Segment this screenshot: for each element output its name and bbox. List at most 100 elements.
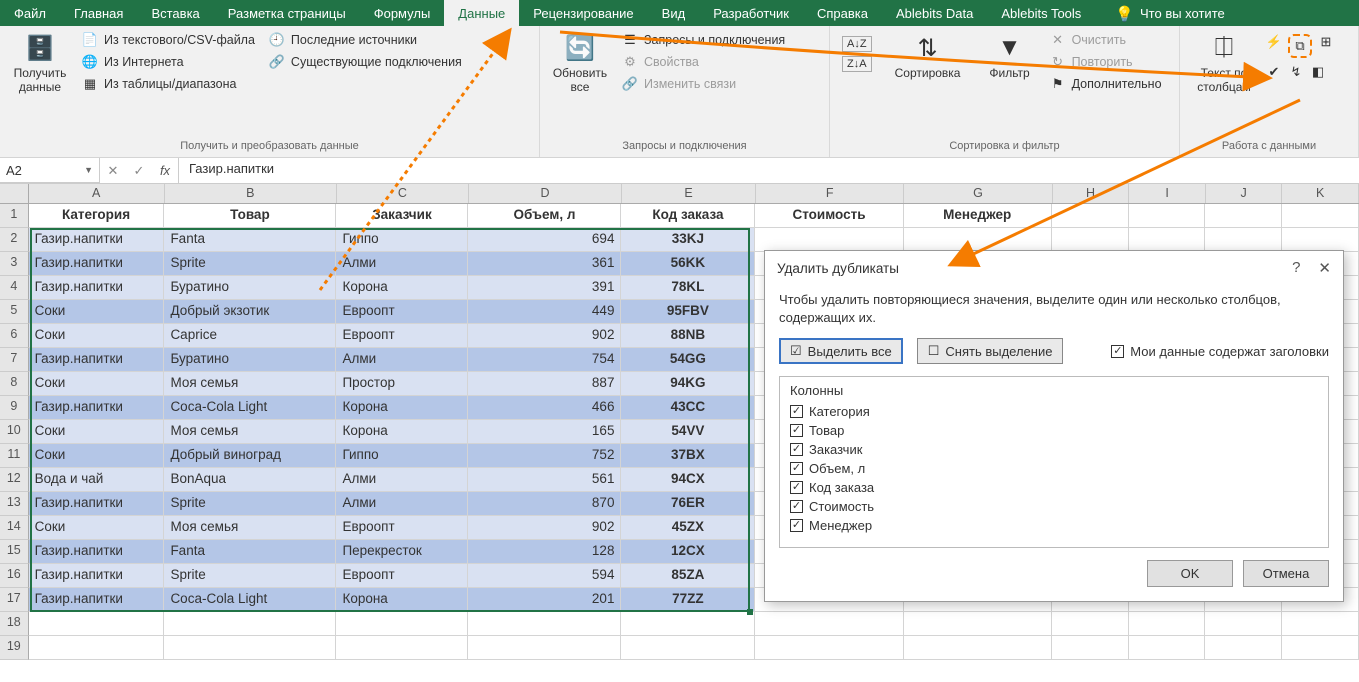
cell[interactable]: Корона bbox=[336, 396, 468, 420]
filter-button[interactable]: ▼ Фильтр bbox=[980, 30, 1040, 82]
cell[interactable]: Fanta bbox=[164, 540, 336, 564]
row-header[interactable]: 2 bbox=[0, 228, 29, 252]
col-header[interactable]: I bbox=[1129, 184, 1206, 203]
cell[interactable]: Газир.напитки bbox=[29, 492, 165, 516]
cell[interactable]: 754 bbox=[468, 348, 621, 372]
cell[interactable]: 694 bbox=[468, 228, 621, 252]
row-header[interactable]: 13 bbox=[0, 492, 29, 516]
cell[interactable]: 77ZZ bbox=[621, 588, 755, 612]
cell[interactable]: 165 bbox=[468, 420, 621, 444]
cell[interactable]: 33KJ bbox=[621, 228, 755, 252]
tab-главная[interactable]: Главная bbox=[60, 0, 137, 26]
from-table-button[interactable]: ▦Из таблицы/диапазона bbox=[78, 74, 259, 94]
cell[interactable]: Корона bbox=[336, 588, 468, 612]
col-header[interactable]: D bbox=[469, 184, 622, 203]
cell[interactable]: Соки bbox=[29, 324, 165, 348]
col-header[interactable]: G bbox=[904, 184, 1052, 203]
cell[interactable]: 128 bbox=[468, 540, 621, 564]
col-header[interactable]: B bbox=[165, 184, 337, 203]
cell[interactable]: Coca-Cola Light bbox=[164, 396, 336, 420]
properties-button[interactable]: ⚙Свойства bbox=[618, 52, 789, 72]
cell[interactable]: Моя семья bbox=[164, 372, 336, 396]
cell[interactable]: 902 bbox=[468, 324, 621, 348]
cell[interactable]: 594 bbox=[468, 564, 621, 588]
cell[interactable]: Газир.напитки bbox=[29, 252, 165, 276]
column-checkbox[interactable]: ✓Объем, л bbox=[790, 461, 1318, 476]
row-header[interactable]: 1 bbox=[0, 204, 29, 228]
cell[interactable]: Coca-Cola Light bbox=[164, 588, 336, 612]
cell[interactable]: Евроопт bbox=[336, 324, 468, 348]
relationships-icon[interactable]: ↯ bbox=[1288, 64, 1304, 80]
column-checkbox[interactable]: ✓Стоимость bbox=[790, 499, 1318, 514]
cell[interactable]: Газир.напитки bbox=[29, 276, 165, 300]
cell[interactable]: 12CX bbox=[621, 540, 755, 564]
cell[interactable]: Алми bbox=[336, 468, 468, 492]
cell[interactable]: 870 bbox=[468, 492, 621, 516]
table-header[interactable]: Объем, л bbox=[468, 204, 621, 228]
cell[interactable]: 449 bbox=[468, 300, 621, 324]
sort-button[interactable]: ⇅ Сортировка bbox=[882, 30, 974, 82]
tab-вставка[interactable]: Вставка bbox=[137, 0, 213, 26]
col-header[interactable]: F bbox=[756, 184, 904, 203]
row-header[interactable]: 14 bbox=[0, 516, 29, 540]
cell[interactable]: 94KG bbox=[621, 372, 755, 396]
table-header[interactable]: Товар bbox=[164, 204, 336, 228]
cell[interactable]: Sprite bbox=[164, 252, 336, 276]
col-header[interactable]: K bbox=[1282, 184, 1359, 203]
remove-duplicates-button[interactable]: ⧉ bbox=[1288, 34, 1312, 58]
flash-fill-icon[interactable]: ⚡ bbox=[1266, 34, 1282, 50]
column-checkbox[interactable]: ✓Товар bbox=[790, 423, 1318, 438]
cell[interactable]: Соки bbox=[29, 444, 165, 468]
tell-me[interactable]: 💡Что вы хотите bbox=[1101, 0, 1238, 26]
name-box[interactable]: A2▼ bbox=[0, 158, 100, 183]
help-icon[interactable]: ? bbox=[1292, 259, 1300, 277]
row-header[interactable]: 18 bbox=[0, 612, 29, 636]
fill-handle[interactable] bbox=[747, 609, 753, 615]
cell[interactable]: Буратино bbox=[164, 276, 336, 300]
cell[interactable]: 561 bbox=[468, 468, 621, 492]
cell[interactable]: Гиппо bbox=[336, 228, 468, 252]
cell[interactable]: 361 bbox=[468, 252, 621, 276]
cell[interactable]: Газир.напитки bbox=[29, 540, 165, 564]
select-all-corner[interactable] bbox=[0, 184, 29, 203]
from-web-button[interactable]: 🌐Из Интернета bbox=[78, 52, 259, 72]
cell[interactable]: 391 bbox=[468, 276, 621, 300]
sort-az-icon[interactable]: A↓Z bbox=[842, 36, 872, 52]
cell[interactable]: Моя семья bbox=[164, 516, 336, 540]
cell[interactable]: 54GG bbox=[621, 348, 755, 372]
cell[interactable]: 78KL bbox=[621, 276, 755, 300]
cell[interactable]: 887 bbox=[468, 372, 621, 396]
col-header[interactable]: J bbox=[1206, 184, 1283, 203]
tab-формулы[interactable]: Формулы bbox=[360, 0, 445, 26]
cell[interactable]: 902 bbox=[468, 516, 621, 540]
edit-links-button[interactable]: 🔗Изменить связи bbox=[618, 74, 789, 94]
column-checkbox[interactable]: ✓Код заказа bbox=[790, 480, 1318, 495]
cell[interactable]: 88NB bbox=[621, 324, 755, 348]
cell[interactable]: Буратино bbox=[164, 348, 336, 372]
cancel-formula-icon[interactable]: ✕ bbox=[100, 163, 126, 179]
row-header[interactable]: 9 bbox=[0, 396, 29, 420]
cell[interactable]: 85ZA bbox=[621, 564, 755, 588]
cell[interactable]: BonAqua bbox=[164, 468, 336, 492]
refresh-all-button[interactable]: 🔄 Обновить все bbox=[548, 30, 612, 96]
cell[interactable]: Вода и чай bbox=[29, 468, 165, 492]
row-header[interactable]: 17 bbox=[0, 588, 29, 612]
cell[interactable]: 45ZX bbox=[621, 516, 755, 540]
cell[interactable]: Соки bbox=[29, 420, 165, 444]
table-header[interactable]: Код заказа bbox=[621, 204, 755, 228]
sort-za-icon[interactable]: Z↓A bbox=[842, 56, 872, 72]
cancel-button[interactable]: Отмена bbox=[1243, 560, 1329, 587]
queries-button[interactable]: ☰Запросы и подключения bbox=[618, 30, 789, 50]
cell[interactable]: Соки bbox=[29, 300, 165, 324]
cell[interactable]: Газир.напитки bbox=[29, 564, 165, 588]
cell[interactable]: 54VV bbox=[621, 420, 755, 444]
col-header[interactable]: E bbox=[622, 184, 756, 203]
unselect-all-button[interactable]: ☐Снять выделение bbox=[917, 338, 1064, 364]
cell[interactable]: Перекресток bbox=[336, 540, 468, 564]
cell[interactable]: Газир.напитки bbox=[29, 348, 165, 372]
column-checkbox[interactable]: ✓Заказчик bbox=[790, 442, 1318, 457]
cell[interactable]: 37BX bbox=[621, 444, 755, 468]
row-header[interactable]: 12 bbox=[0, 468, 29, 492]
cell[interactable]: Caprice bbox=[164, 324, 336, 348]
row-header[interactable]: 11 bbox=[0, 444, 29, 468]
